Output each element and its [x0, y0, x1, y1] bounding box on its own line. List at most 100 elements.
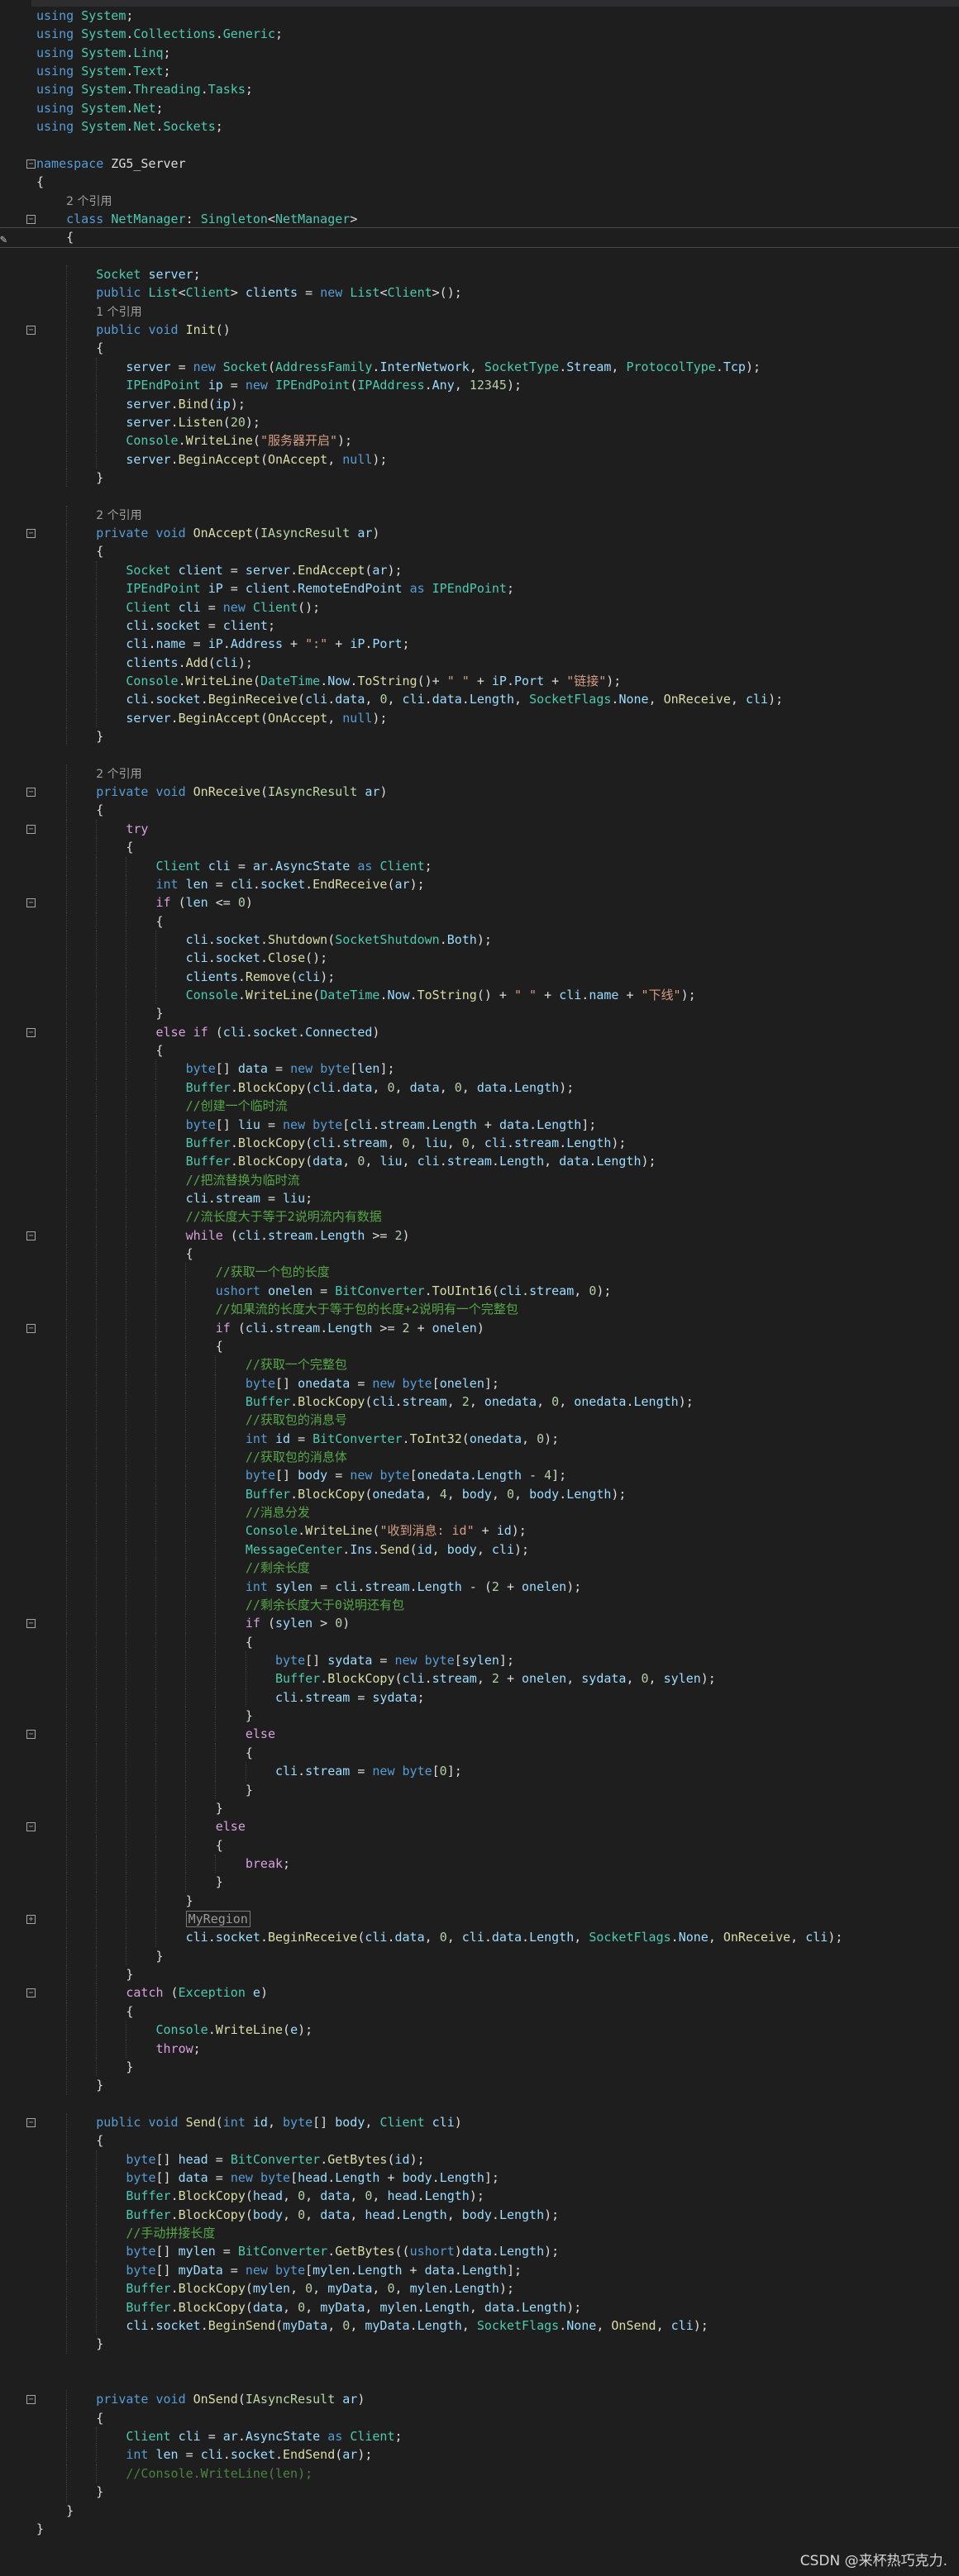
code-editor[interactable]: using System; using System.Collections.Ge… [0, 7, 959, 2538]
code-line[interactable]: server.Bind(ip); [0, 394, 959, 413]
code-line[interactable]: //剩余长度 [0, 1559, 959, 1578]
code-line[interactable]: MessageCenter.Ins.Send(id, body, cli); [0, 1540, 959, 1559]
code-line[interactable]: byte[] mylen = BitConverter.GetBytes((us… [0, 2242, 959, 2261]
code-line[interactable]: Console.WriteLine(e); [0, 2021, 959, 2040]
code-line[interactable]: Buffer.BlockCopy(data, 0, myData, mylen.… [0, 2297, 959, 2316]
code-line[interactable]: } [0, 1798, 959, 1818]
code-line[interactable]: { [0, 801, 959, 820]
code-line[interactable]: { [0, 1836, 959, 1855]
code-line[interactable]: byte[] body = new byte[onedata.Length - … [0, 1466, 959, 1485]
code-line[interactable]: int len = cli.socket.EndSend(ar); [0, 2445, 959, 2464]
code-line[interactable] [0, 2354, 959, 2372]
code-line[interactable]: Buffer.BlockCopy(data, 0, liu, cli.strea… [0, 1152, 959, 1171]
code-line[interactable]: Console.WriteLine(DateTime.Now.ToString(… [0, 671, 959, 691]
code-line[interactable]: Client cli = new Client(); [0, 598, 959, 617]
code-line[interactable]: } [0, 2502, 959, 2520]
code-line[interactable]: cli.stream = liu; [0, 1189, 959, 1208]
code-line[interactable]: Socket server; [0, 265, 959, 284]
code-line[interactable] [0, 2372, 959, 2390]
code-line[interactable]: cli.socket.BeginSend(myData, 0, myData.L… [0, 2316, 959, 2336]
code-line[interactable]: Buffer.BlockCopy(onedata, 4, body, 0, bo… [0, 1484, 959, 1504]
code-line[interactable]: { [0, 339, 959, 358]
code-line[interactable]: int len = cli.socket.EndReceive(ar); [0, 874, 959, 894]
fold-toggle-icon[interactable] [26, 214, 36, 224]
code-line[interactable]: public List<Client> clients = new List<C… [0, 283, 959, 302]
fold-toggle-icon[interactable] [26, 1027, 36, 1037]
code-line[interactable]: using System.Net; [0, 99, 959, 117]
code-line[interactable]: Buffer.BlockCopy(body, 0, data, head.Len… [0, 2205, 959, 2225]
code-line[interactable]: { [0, 2131, 959, 2150]
code-line[interactable]: try [0, 819, 959, 839]
code-line[interactable]: Buffer.BlockCopy(cli.stream, 2, onedata,… [0, 1392, 959, 1412]
code-line[interactable]: int sylen = cli.stream.Length - (2 + one… [0, 1577, 959, 1596]
code-line[interactable]: Buffer.BlockCopy(cli.data, 0, data, 0, d… [0, 1078, 959, 1098]
code-line[interactable]: 2 个引用 [0, 764, 959, 783]
fold-toggle-icon[interactable] [26, 2117, 36, 2127]
code-line[interactable]: //把流替换为临时流 [0, 1170, 959, 1189]
code-line[interactable]: private void OnSend(IAsyncResult ar) [0, 2390, 959, 2409]
code-line[interactable]: } [0, 1873, 959, 1892]
code-line[interactable]: byte[] head = BitConverter.GetBytes(id); [0, 2150, 959, 2169]
code-line[interactable]: 2 个引用 [0, 192, 959, 210]
code-line[interactable]: } [0, 1707, 959, 1726]
code-line[interactable]: { [0, 1245, 959, 1264]
code-line[interactable]: using System.Text; [0, 62, 959, 80]
code-line[interactable]: byte[] liu = new byte[cli.stream.Length … [0, 1115, 959, 1134]
code-line[interactable]: public void Send(int id, byte[] body, Cl… [0, 2112, 959, 2132]
code-line[interactable]: cli.stream = new byte[0]; [0, 1762, 959, 1781]
code-line[interactable]: catch (Exception e) [0, 1983, 959, 2002]
code-line[interactable]: clients.Add(cli); [0, 653, 959, 672]
code-line[interactable]: byte[] sydata = new byte[sylen]; [0, 1650, 959, 1670]
code-line[interactable]: //手动拼接长度 [0, 2224, 959, 2243]
code-line[interactable]: MyRegion [0, 1910, 959, 1929]
code-line[interactable]: //Console.WriteLine(len); [0, 2464, 959, 2483]
fold-toggle-icon[interactable] [26, 1323, 36, 1333]
code-line[interactable]: //获取包的消息体 [0, 1448, 959, 1467]
code-line[interactable]: { [0, 1041, 959, 1060]
code-line[interactable]: using System; [0, 7, 959, 25]
fold-toggle-icon[interactable] [26, 1231, 36, 1240]
code-line[interactable]: using System.Net.Sockets; [0, 117, 959, 136]
code-line[interactable]: cli.socket.Shutdown(SocketShutdown.Both)… [0, 930, 959, 950]
code-line[interactable]: { [0, 838, 959, 857]
code-line[interactable] [0, 136, 959, 155]
code-line[interactable]: private void OnReceive(IAsyncResult ar) [0, 783, 959, 802]
code-line[interactable]: else [0, 1817, 959, 1836]
code-line[interactable]: } [0, 1004, 959, 1023]
code-line[interactable]: Client cli = ar.AsyncState as Client; [0, 2427, 959, 2446]
code-line[interactable]: } [0, 2057, 959, 2077]
code-line[interactable]: cli.stream = sydata; [0, 1688, 959, 1707]
code-line[interactable]: using System.Linq; [0, 44, 959, 62]
fold-toggle-icon[interactable] [26, 1619, 36, 1629]
code-line[interactable]: private void OnAccept(IAsyncResult ar) [0, 524, 959, 543]
fold-toggle-icon[interactable] [26, 529, 36, 539]
code-line[interactable]: server.BeginAccept(OnAccept, null); [0, 450, 959, 469]
fold-toggle-icon[interactable] [26, 898, 36, 908]
fold-toggle-icon[interactable] [26, 1822, 36, 1832]
code-line[interactable] [0, 745, 959, 764]
code-line[interactable]: server = new Socket(AddressFamily.InterN… [0, 357, 959, 377]
code-line[interactable] [0, 247, 959, 265]
fold-toggle-icon[interactable] [26, 824, 36, 834]
code-line[interactable]: cli.socket.BeginReceive(cli.data, 0, cli… [0, 1928, 959, 1947]
code-line[interactable] [0, 487, 959, 505]
code-line[interactable]: byte[] data = new byte[len]; [0, 1059, 959, 1078]
code-line[interactable]: if (len <= 0) [0, 893, 959, 912]
code-line[interactable]: 2 个引用 [0, 505, 959, 525]
code-line[interactable]: Client cli = ar.AsyncState as Client; [0, 856, 959, 875]
code-line[interactable]: 1 个引用 [0, 302, 959, 321]
code-line[interactable]: //获取包的消息号 [0, 1411, 959, 1430]
code-line[interactable]: //获取一个完整包 [0, 1355, 959, 1374]
code-line[interactable]: if (sylen > 0) [0, 1614, 959, 1633]
code-line[interactable]: using System.Collections.Generic; [0, 25, 959, 43]
code-line[interactable]: Console.WriteLine("服务器开启"); [0, 431, 959, 450]
code-line[interactable]: } [0, 1780, 959, 1799]
expand-region-icon[interactable] [26, 1915, 36, 1925]
code-line[interactable]: { [0, 173, 959, 191]
code-line[interactable]: { [0, 1632, 959, 1651]
code-line[interactable]: clients.Remove(cli); [0, 967, 959, 987]
code-line[interactable]: byte[] myData = new byte[mylen.Length + … [0, 2260, 959, 2280]
code-line[interactable]: Socket client = server.EndAccept(ar); [0, 560, 959, 580]
fold-toggle-icon[interactable] [26, 788, 36, 798]
fold-toggle-icon[interactable] [26, 1730, 36, 1740]
